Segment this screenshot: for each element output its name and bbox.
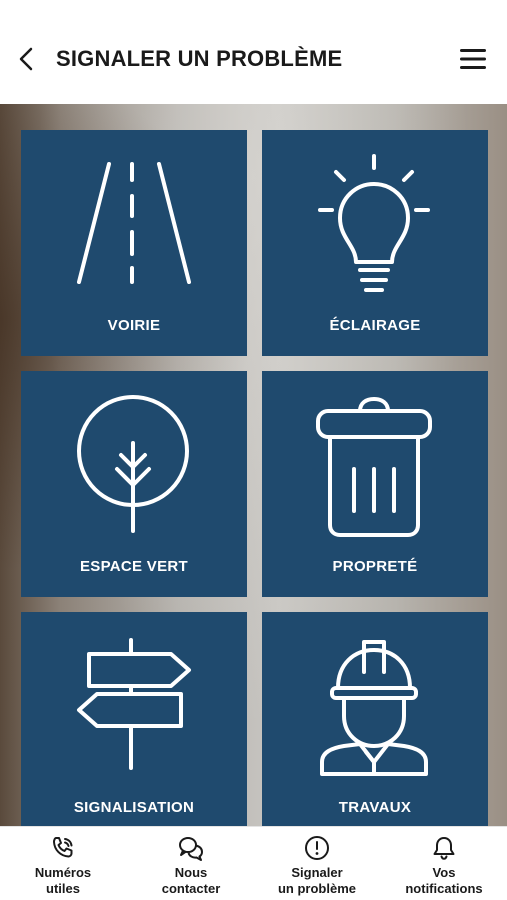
nav-label: Nous contacter [161,865,221,896]
page-title: SIGNALER UN PROBLÈME [56,46,343,71]
tile-label: SIGNALISATION [73,799,195,816]
back-button[interactable] [14,44,38,74]
nav-item-vos-notifications[interactable]: Vos notifications [381,827,507,900]
tile-signalisation[interactable]: SIGNALISATION [21,612,247,826]
tile-label: ÉCLAIRAGE [329,317,421,334]
tile-voirie[interactable]: VOIRIE [21,130,247,356]
bottom-navigation: Numéros utiles Nous contacter Signaler u… [0,826,507,900]
app-header: SIGNALER UN PROBLÈME [0,0,507,104]
phone-icon [53,837,73,858]
nav-label: Numéros utiles [34,865,92,896]
tile-espace-vert[interactable]: ESPACE VERT [21,371,247,597]
nav-item-signaler-un-probleme[interactable]: Signaler un problème [254,827,380,900]
nav-label: Signaler un problème [277,865,356,896]
construction-worker-icon [320,640,428,776]
tile-label: VOIRIE [107,317,161,334]
chat-bubbles-icon [179,837,203,861]
tile-label: PROPRETÉ [332,558,418,575]
chevron-left-icon [19,47,33,71]
bell-icon [433,837,455,860]
alert-circle-icon [305,836,329,860]
tile-label: ESPACE VERT [79,558,189,575]
menu-button[interactable] [459,46,487,72]
nav-item-numeros-utiles[interactable]: Numéros utiles [0,827,126,900]
category-grid: VOIRIE ÉCLAIRAGE ESPACE VERT PROPRETÉ SI… [0,104,507,826]
nav-item-nous-contacter[interactable]: Nous contacter [128,827,254,900]
tile-proprete[interactable]: PROPRETÉ [262,371,488,597]
tile-eclairage[interactable]: ÉCLAIRAGE [262,130,488,356]
hamburger-menu-icon [460,49,486,69]
signpost-icon [77,638,191,770]
tile-label: TRAVAUX [338,799,412,816]
tile-travaux[interactable]: TRAVAUX [262,612,488,826]
nav-label: Vos notifications [405,865,483,896]
